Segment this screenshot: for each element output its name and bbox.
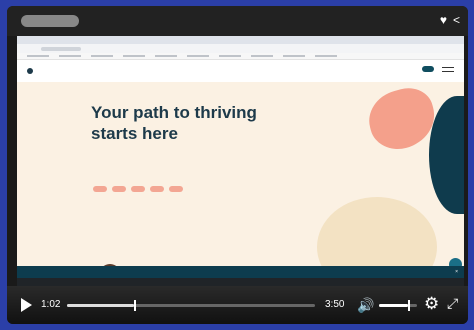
bookmark bbox=[59, 55, 81, 57]
bookmark bbox=[283, 55, 305, 57]
play-icon[interactable] bbox=[21, 298, 32, 312]
site-logo bbox=[27, 68, 33, 74]
video-title-placeholder bbox=[21, 15, 79, 27]
seek-bar[interactable] bbox=[67, 300, 315, 311]
bookmarks-bar bbox=[17, 53, 464, 60]
player-topbar: ♥ < bbox=[7, 6, 468, 36]
bookmark bbox=[91, 55, 113, 57]
video-player: ♥ < Your path to thriving starts here × … bbox=[7, 6, 468, 324]
topic-chip bbox=[131, 186, 145, 192]
current-time: 1:02 bbox=[41, 299, 61, 310]
bookmark bbox=[123, 55, 145, 57]
top-actions: ♥ < bbox=[440, 13, 460, 27]
seek-handle[interactable] bbox=[133, 300, 136, 311]
fullscreen-icon[interactable]: ⤢ bbox=[447, 296, 458, 310]
topic-chip bbox=[169, 186, 183, 192]
seek-progress bbox=[67, 304, 134, 307]
bookmark bbox=[315, 55, 337, 57]
share-icon[interactable]: < bbox=[453, 13, 460, 27]
menu-icon bbox=[442, 67, 454, 72]
browser-tab-strip bbox=[17, 36, 464, 44]
topic-chip bbox=[93, 186, 107, 192]
donate-button bbox=[422, 66, 434, 72]
hero-section: Your path to thriving starts here bbox=[17, 82, 464, 286]
bookmark bbox=[251, 55, 273, 57]
video-frame[interactable]: Your path to thriving starts here × bbox=[17, 36, 464, 286]
gear-icon[interactable]: ⚙ bbox=[424, 295, 439, 312]
logo-icon bbox=[27, 68, 33, 74]
cookie-banner: × bbox=[17, 266, 464, 278]
bookmark bbox=[219, 55, 241, 57]
player-controls: 1:02 3:50 🔊 ⚙ ⤢ bbox=[7, 286, 468, 324]
topic-chip bbox=[112, 186, 126, 192]
topic-chips bbox=[93, 186, 183, 192]
heart-icon[interactable]: ♥ bbox=[440, 13, 447, 27]
volume-handle[interactable] bbox=[407, 300, 410, 311]
volume-slider[interactable] bbox=[379, 300, 417, 311]
volume-icon[interactable]: 🔊 bbox=[357, 298, 374, 312]
browser-address-bar bbox=[17, 44, 464, 53]
bookmark bbox=[155, 55, 177, 57]
close-icon: × bbox=[455, 269, 458, 275]
site-navbar bbox=[17, 60, 464, 82]
bookmark bbox=[187, 55, 209, 57]
duration: 3:50 bbox=[325, 299, 345, 310]
volume-level bbox=[379, 304, 408, 307]
url-field bbox=[41, 46, 81, 51]
bookmark bbox=[27, 55, 49, 57]
hero-title: Your path to thriving starts here bbox=[91, 103, 257, 143]
topic-chip bbox=[150, 186, 164, 192]
os-taskbar bbox=[17, 278, 464, 286]
